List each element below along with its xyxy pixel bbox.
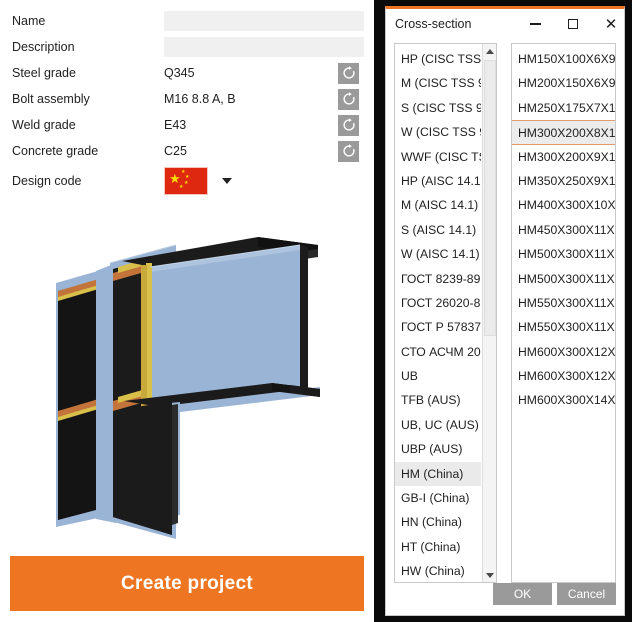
chevron-down-icon[interactable]: [222, 178, 232, 184]
standard-item-6[interactable]: M (AISC 14.1): [395, 193, 481, 217]
minimize-icon[interactable]: [520, 11, 550, 37]
standard-item-3[interactable]: W (CISC TSS 9.2): [395, 120, 481, 144]
section-item-10[interactable]: HM550X300X11X15: [512, 291, 615, 315]
standard-item-16[interactable]: UBP (AUS): [395, 437, 481, 461]
sections-listbox[interactable]: HM150X100X6X9 HM200X150X6X9 HM250X175X7X11…: [511, 43, 616, 583]
standard-item-9[interactable]: ГОСТ 8239-89: [395, 267, 481, 291]
section-item-14[interactable]: HM600X300X14X23: [512, 388, 615, 412]
label-steel-grade: Steel grade: [12, 66, 76, 80]
standard-item-20[interactable]: HT (China): [395, 535, 481, 559]
form-row-bolt-assembly: Bolt assembly M16 8.8 A, B: [0, 86, 374, 112]
section-item-11[interactable]: HM550X300X11X18: [512, 315, 615, 339]
standard-item-2[interactable]: S (CISC TSS 9.2): [395, 96, 481, 120]
standards-listbox[interactable]: HP (CISC TSS 9.2)M (CISC TSS 9.2)S (CISC…: [394, 43, 497, 583]
section-item-8[interactable]: HM500X300X11X15: [512, 242, 615, 266]
beam-to-column-connection-3d-preview[interactable]: [0, 205, 374, 545]
section-item-9[interactable]: HM500X300X11X18: [512, 267, 615, 291]
label-bolt-assembly: Bolt assembly: [12, 92, 90, 106]
standard-item-12[interactable]: СТО АСЧМ 20-93: [395, 340, 481, 364]
close-icon[interactable]: ✕: [596, 11, 626, 37]
section-item-0[interactable]: HM150X100X6X9: [512, 47, 615, 71]
label-weld-grade: Weld grade: [12, 118, 76, 132]
ok-button[interactable]: OK: [493, 583, 552, 605]
standard-item-4[interactable]: WWF (CISC TSS 9.2): [395, 145, 481, 169]
refresh-icon-weld-grade[interactable]: [338, 114, 359, 136]
form-row-weld-grade: Weld grade E43: [0, 112, 374, 138]
standard-item-13[interactable]: UB: [395, 364, 481, 388]
standard-item-14[interactable]: TFB (AUS): [395, 388, 481, 412]
design-code-selector[interactable]: ★ ★ ★ ★ ★: [164, 167, 232, 195]
standard-item-15[interactable]: UB, UC (AUS): [395, 413, 481, 437]
scroll-up-arrow-icon[interactable]: [483, 44, 496, 58]
cross-section-dialog-backdrop: Cross-section ✕ HP (CISC TSS 9.2)M (CISC…: [374, 0, 632, 622]
section-item-4[interactable]: HM300X200X9X14: [512, 145, 615, 169]
standard-item-11[interactable]: ГОСТ Р 57837-2017: [395, 315, 481, 339]
value-steel-grade[interactable]: Q345: [164, 66, 195, 80]
form-row-description: Description: [0, 34, 374, 60]
standard-item-10[interactable]: ГОСТ 26020-83: [395, 291, 481, 315]
label-description: Description: [12, 40, 75, 54]
label-concrete-grade: Concrete grade: [12, 144, 99, 158]
section-item-12[interactable]: HM600X300X12X17: [512, 340, 615, 364]
refresh-icon-concrete-grade[interactable]: [338, 140, 359, 162]
value-weld-grade[interactable]: E43: [164, 118, 186, 132]
form-row-name: Name: [0, 8, 374, 34]
section-item-2[interactable]: HM250X175X7X11: [512, 96, 615, 120]
section-item-1[interactable]: HM200X150X6X9: [512, 71, 615, 95]
standards-scrollbar[interactable]: [482, 44, 496, 582]
project-settings-panel: Name Description Steel grade Q345 Bolt a…: [0, 0, 374, 622]
china-flag-icon: ★ ★ ★ ★ ★: [164, 167, 208, 195]
cancel-button[interactable]: Cancel: [557, 583, 616, 605]
standard-item-8[interactable]: W (AISC 14.1): [395, 242, 481, 266]
project-form: Name Description Steel grade Q345 Bolt a…: [0, 8, 374, 198]
label-name: Name: [12, 14, 46, 28]
dialog-titlebar[interactable]: Cross-section ✕: [386, 9, 624, 41]
section-item-7[interactable]: HM450X300X11X18: [512, 218, 615, 242]
section-item-5[interactable]: HM350X250X9X14: [512, 169, 615, 193]
value-bolt-assembly[interactable]: M16 8.8 A, B: [164, 92, 236, 106]
value-concrete-grade[interactable]: C25: [164, 144, 187, 158]
label-design-code: Design code: [12, 174, 82, 188]
standard-item-17[interactable]: HM (China): [395, 461, 481, 487]
section-item-3[interactable]: HM300X200X8X12: [512, 120, 615, 145]
cross-section-lists: HP (CISC TSS 9.2)M (CISC TSS 9.2)S (CISC…: [394, 43, 616, 583]
form-row-design-code: Design code ★ ★ ★ ★ ★: [0, 164, 374, 198]
section-item-13[interactable]: HM600X300X12X20: [512, 364, 615, 388]
standard-item-18[interactable]: GB-I (China): [395, 486, 481, 510]
refresh-icon-bolt-assembly[interactable]: [338, 88, 359, 110]
dialog-footer: OK Cancel: [386, 577, 624, 615]
section-item-6[interactable]: HM400X300X10X16: [512, 193, 615, 217]
maximize-icon[interactable]: [558, 11, 588, 37]
cross-section-dialog: Cross-section ✕ HP (CISC TSS 9.2)M (CISC…: [385, 6, 625, 616]
name-input[interactable]: [164, 11, 364, 31]
form-row-steel-grade: Steel grade Q345: [0, 60, 374, 86]
form-row-concrete-grade: Concrete grade C25: [0, 138, 374, 164]
standard-item-19[interactable]: HN (China): [395, 510, 481, 534]
standard-item-5[interactable]: HP (AISC 14.1): [395, 169, 481, 193]
standard-item-1[interactable]: M (CISC TSS 9.2): [395, 71, 481, 95]
description-input[interactable]: [164, 37, 364, 57]
scrollbar-thumb[interactable]: [484, 60, 496, 336]
create-project-button[interactable]: Create project: [10, 556, 364, 611]
standard-item-7[interactable]: S (AISC 14.1): [395, 218, 481, 242]
dialog-title: Cross-section: [395, 17, 472, 31]
standard-item-0[interactable]: HP (CISC TSS 9.2): [395, 47, 481, 71]
refresh-icon-steel-grade[interactable]: [338, 62, 359, 84]
